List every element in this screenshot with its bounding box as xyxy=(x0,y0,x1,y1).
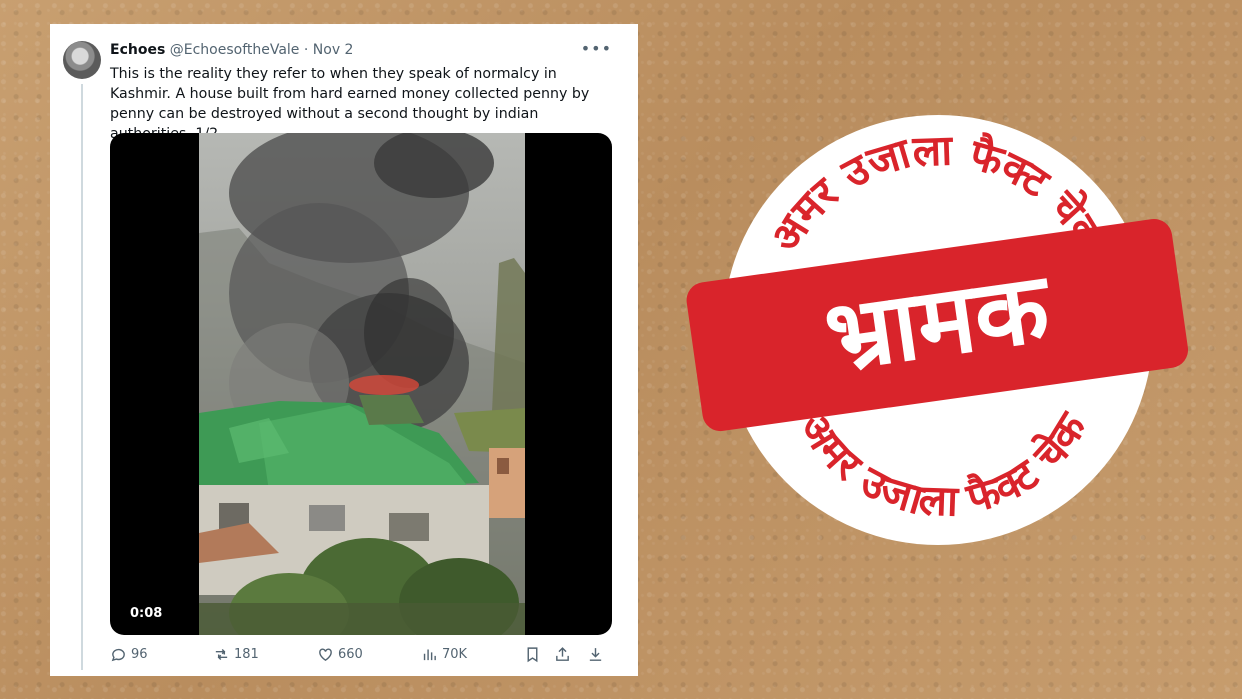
video-player[interactable]: 0:08 xyxy=(110,133,612,635)
thread-line xyxy=(81,84,83,670)
repost-icon xyxy=(215,649,228,660)
avatar[interactable] xyxy=(63,41,101,79)
reply-count: 96 xyxy=(131,647,148,662)
tweet-card: Echoes @EchoesoftheVale · Nov 2 ••• This… xyxy=(50,24,638,676)
bookmark-button[interactable] xyxy=(524,646,541,663)
views-icon xyxy=(423,649,436,661)
video-timecode: 0:08 xyxy=(130,606,163,621)
like-button[interactable]: 660 xyxy=(317,646,363,663)
tweet-text: This is the reality they refer to when t… xyxy=(110,66,590,142)
repost-button[interactable]: 181 xyxy=(213,646,259,663)
bookmark-icon xyxy=(527,647,538,663)
author-handle[interactable]: @EchoesoftheVale xyxy=(170,42,300,58)
like-count: 660 xyxy=(338,647,363,662)
share-button[interactable] xyxy=(554,646,571,663)
repost-count: 181 xyxy=(234,647,259,662)
heart-icon xyxy=(319,648,332,662)
action-bar: 96 181 660 70K xyxy=(110,646,610,668)
share-icon xyxy=(556,647,569,661)
reply-button[interactable]: 96 xyxy=(110,646,148,663)
tweet-date[interactable]: Nov 2 xyxy=(313,42,354,58)
separator-dot: · xyxy=(303,42,309,58)
views-button[interactable]: 70K xyxy=(421,646,467,663)
download-button[interactable] xyxy=(587,646,604,663)
more-icon[interactable]: ••• xyxy=(581,39,612,58)
author-name[interactable]: Echoes xyxy=(110,42,165,58)
video-frame xyxy=(199,133,525,635)
tweet-header: Echoes @EchoesoftheVale · Nov 2 xyxy=(110,42,353,58)
views-count: 70K xyxy=(442,647,468,662)
download-icon xyxy=(589,648,602,661)
reply-icon xyxy=(111,648,125,662)
fact-check-stamp: अमर उजाला फैक्ट चेक अमर उजाला फैक्ट चेक … xyxy=(683,110,1203,570)
